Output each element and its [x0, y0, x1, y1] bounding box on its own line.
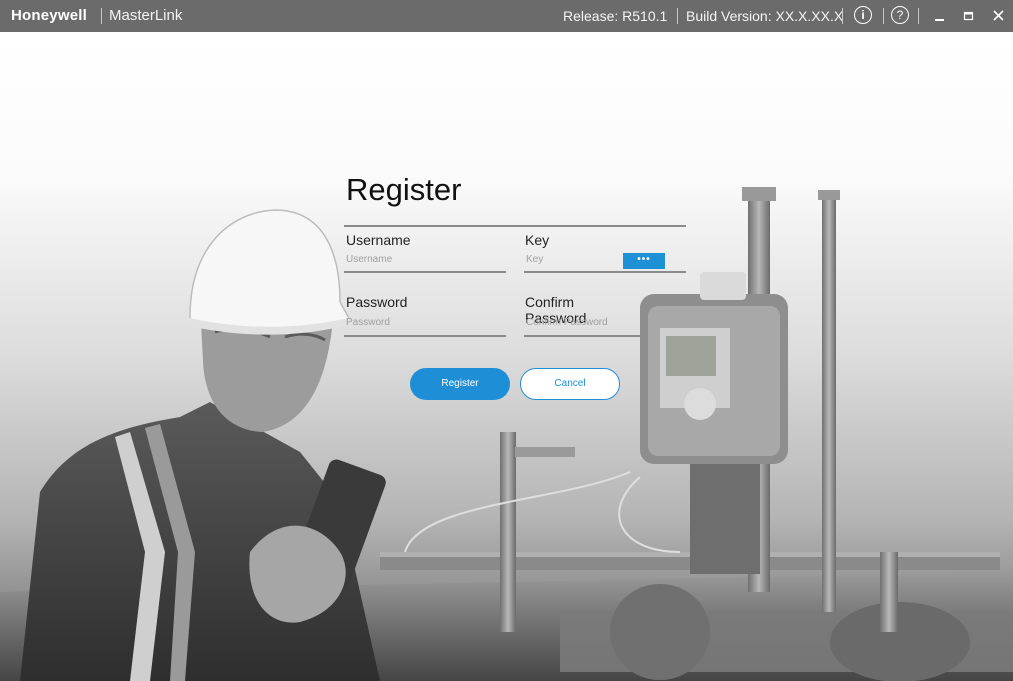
background-image [0, 32, 1013, 681]
release-label: Release: R510.1 [563, 8, 668, 24]
register-button[interactable]: Register [410, 368, 510, 400]
divider [918, 8, 919, 24]
maximize-button[interactable] [957, 4, 981, 28]
confirm-password-input[interactable] [526, 315, 636, 329]
username-input[interactable] [346, 252, 506, 266]
username-underline [344, 271, 506, 273]
page-title: Register [346, 172, 462, 207]
minimize-button[interactable] [928, 4, 952, 28]
key-input[interactable] [526, 252, 618, 266]
cancel-button[interactable]: Cancel [520, 368, 620, 400]
password-input[interactable] [346, 315, 506, 329]
username-label: Username [346, 232, 411, 248]
title-bar: Honeywell MasterLink Release: R510.1 Bui… [0, 0, 1013, 32]
key-browse-button[interactable]: ••• [623, 253, 665, 269]
close-button[interactable] [987, 4, 1011, 28]
divider [883, 8, 884, 24]
password-underline [344, 335, 506, 337]
divider [677, 8, 678, 24]
password-label: Password [346, 294, 408, 310]
brand-logo: Honeywell [11, 7, 87, 24]
close-icon [993, 10, 1004, 21]
build-version-label: Build Version: XX.X.XX.X [686, 8, 844, 24]
info-icon[interactable]: i [854, 6, 872, 24]
divider [842, 8, 843, 24]
key-underline [524, 271, 686, 273]
confirm-password-underline [524, 335, 642, 337]
title-divider [344, 225, 686, 227]
divider [101, 8, 102, 24]
maximize-icon [963, 11, 974, 21]
app-name: MasterLink [109, 7, 183, 24]
key-label: Key [525, 232, 550, 248]
minimize-icon [935, 19, 944, 21]
help-icon[interactable]: ? [891, 6, 909, 24]
